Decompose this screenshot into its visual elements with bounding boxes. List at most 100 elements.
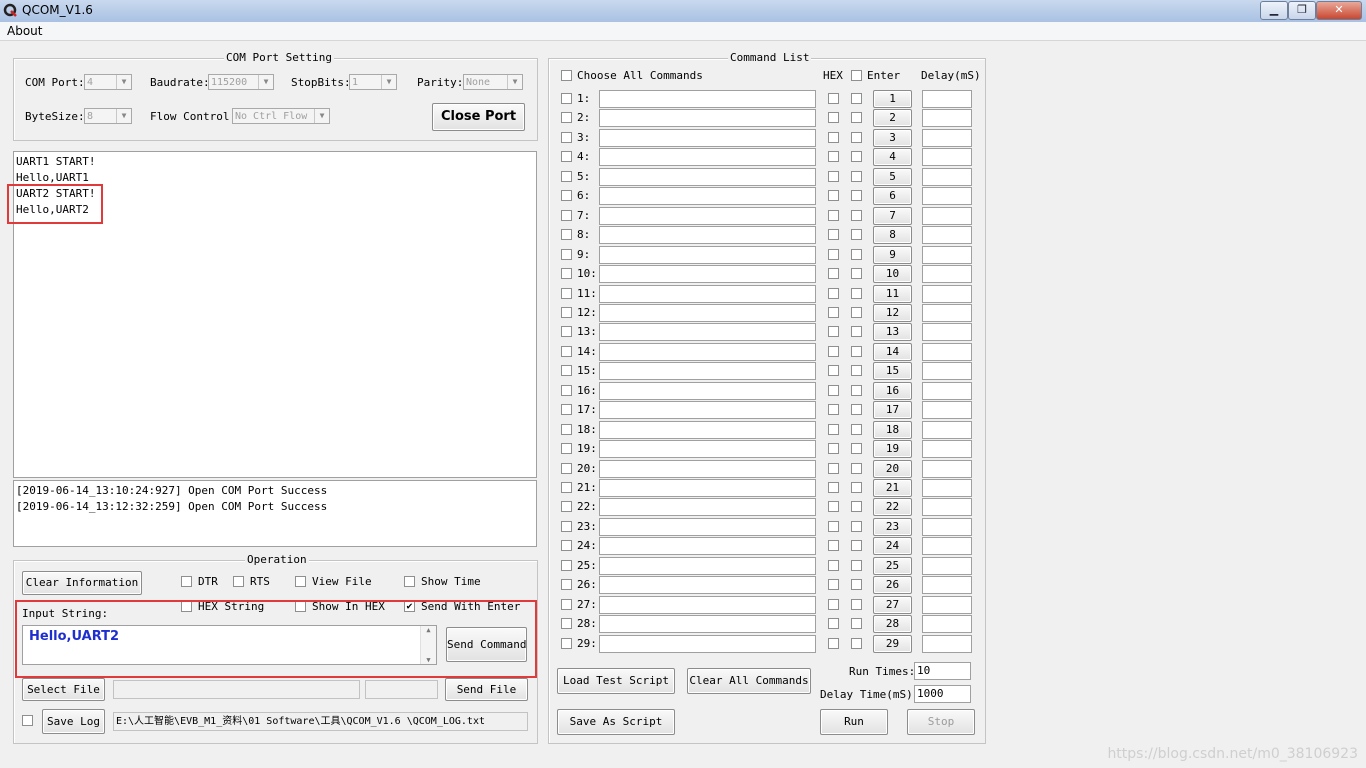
bytesize-select[interactable]: 8 ▼ [84, 108, 132, 124]
command-input-field[interactable] [599, 90, 816, 108]
save-as-script-button[interactable]: Save As Script [557, 709, 675, 735]
command-send-button[interactable]: 8 [873, 226, 912, 244]
save-log-checkbox[interactable] [22, 715, 33, 726]
command-input-field[interactable] [599, 479, 816, 497]
command-enter-checkbox[interactable] [851, 443, 862, 454]
command-input-field[interactable] [599, 362, 816, 380]
flow-control-select[interactable]: No Ctrl Flow ▼ [232, 108, 330, 124]
command-send-button[interactable]: 1 [873, 90, 912, 108]
command-enter-checkbox[interactable] [851, 521, 862, 532]
command-hex-checkbox[interactable] [828, 326, 839, 337]
command-select-checkbox[interactable] [561, 346, 572, 357]
com-port-select[interactable]: 4 ▼ [84, 74, 132, 90]
command-select-checkbox[interactable] [561, 288, 572, 299]
command-enter-checkbox[interactable] [851, 93, 862, 104]
command-send-button[interactable]: 4 [873, 148, 912, 166]
command-input-field[interactable] [599, 187, 816, 205]
command-hex-checkbox[interactable] [828, 307, 839, 318]
command-send-button[interactable]: 7 [873, 207, 912, 225]
send-file-button[interactable]: Send File [445, 678, 528, 701]
command-delay-field[interactable] [922, 382, 972, 400]
rts-checkbox[interactable] [233, 576, 244, 587]
command-send-button[interactable]: 26 [873, 576, 912, 594]
command-input-field[interactable] [599, 498, 816, 516]
command-input-field[interactable] [599, 323, 816, 341]
command-select-checkbox[interactable] [561, 190, 572, 201]
command-hex-checkbox[interactable] [828, 443, 839, 454]
command-delay-field[interactable] [922, 109, 972, 127]
command-input-field[interactable] [599, 148, 816, 166]
command-select-checkbox[interactable] [561, 424, 572, 435]
command-delay-field[interactable] [922, 285, 972, 303]
run-times-field[interactable]: 10 [914, 662, 971, 680]
command-send-button[interactable]: 10 [873, 265, 912, 283]
command-select-checkbox[interactable] [561, 268, 572, 279]
baudrate-select[interactable]: 115200 ▼ [208, 74, 274, 90]
log-path-field[interactable]: E:\人工智能\EVB_M1_资料\01 Software\工具\QCOM_V1… [113, 712, 528, 731]
command-enter-checkbox[interactable] [851, 307, 862, 318]
command-hex-checkbox[interactable] [828, 210, 839, 221]
clear-all-commands-button[interactable]: Clear All Commands [687, 668, 811, 694]
command-select-checkbox[interactable] [561, 112, 572, 123]
command-send-button[interactable]: 22 [873, 498, 912, 516]
command-select-checkbox[interactable] [561, 482, 572, 493]
command-enter-checkbox[interactable] [851, 112, 862, 123]
command-select-checkbox[interactable] [561, 365, 572, 376]
load-test-script-button[interactable]: Load Test Script [557, 668, 675, 694]
command-select-checkbox[interactable] [561, 151, 572, 162]
minimize-button[interactable]: ▁ [1260, 1, 1288, 20]
command-input-field[interactable] [599, 537, 816, 555]
command-send-button[interactable]: 23 [873, 518, 912, 536]
command-select-checkbox[interactable] [561, 463, 572, 474]
command-send-button[interactable]: 28 [873, 615, 912, 633]
stopbits-select[interactable]: 1 ▼ [349, 74, 397, 90]
command-input-field[interactable] [599, 615, 816, 633]
close-port-button[interactable]: Close Port [432, 103, 525, 131]
command-send-button[interactable]: 2 [873, 109, 912, 127]
command-delay-field[interactable] [922, 635, 972, 653]
command-hex-checkbox[interactable] [828, 346, 839, 357]
command-select-checkbox[interactable] [561, 560, 572, 571]
command-input-field[interactable] [599, 304, 816, 322]
command-input-field[interactable] [599, 421, 816, 439]
select-file-button[interactable]: Select File [22, 678, 105, 701]
run-button[interactable]: Run [820, 709, 888, 735]
command-hex-checkbox[interactable] [828, 579, 839, 590]
command-select-checkbox[interactable] [561, 132, 572, 143]
command-enter-checkbox[interactable] [851, 132, 862, 143]
command-input-field[interactable] [599, 285, 816, 303]
command-select-checkbox[interactable] [561, 501, 572, 512]
command-send-button[interactable]: 24 [873, 537, 912, 555]
command-hex-checkbox[interactable] [828, 560, 839, 571]
command-delay-field[interactable] [922, 246, 972, 264]
command-hex-checkbox[interactable] [828, 501, 839, 512]
command-delay-field[interactable] [922, 148, 972, 166]
command-select-checkbox[interactable] [561, 443, 572, 454]
command-send-button[interactable]: 29 [873, 635, 912, 653]
command-input-field[interactable] [599, 168, 816, 186]
command-hex-checkbox[interactable] [828, 521, 839, 532]
command-input-field[interactable] [599, 207, 816, 225]
command-select-checkbox[interactable] [561, 618, 572, 629]
command-send-button[interactable]: 12 [873, 304, 912, 322]
command-send-button[interactable]: 27 [873, 596, 912, 614]
command-enter-checkbox[interactable] [851, 424, 862, 435]
command-select-checkbox[interactable] [561, 307, 572, 318]
command-enter-checkbox[interactable] [851, 463, 862, 474]
command-delay-field[interactable] [922, 498, 972, 516]
save-log-button[interactable]: Save Log [42, 709, 105, 734]
command-enter-checkbox[interactable] [851, 599, 862, 610]
command-hex-checkbox[interactable] [828, 190, 839, 201]
command-hex-checkbox[interactable] [828, 404, 839, 415]
command-enter-checkbox[interactable] [851, 151, 862, 162]
command-input-field[interactable] [599, 343, 816, 361]
command-delay-field[interactable] [922, 576, 972, 594]
command-hex-checkbox[interactable] [828, 385, 839, 396]
command-enter-checkbox[interactable] [851, 560, 862, 571]
command-hex-checkbox[interactable] [828, 638, 839, 649]
show-time-checkbox[interactable] [404, 576, 415, 587]
command-hex-checkbox[interactable] [828, 482, 839, 493]
command-delay-field[interactable] [922, 440, 972, 458]
command-delay-field[interactable] [922, 187, 972, 205]
command-hex-checkbox[interactable] [828, 249, 839, 260]
